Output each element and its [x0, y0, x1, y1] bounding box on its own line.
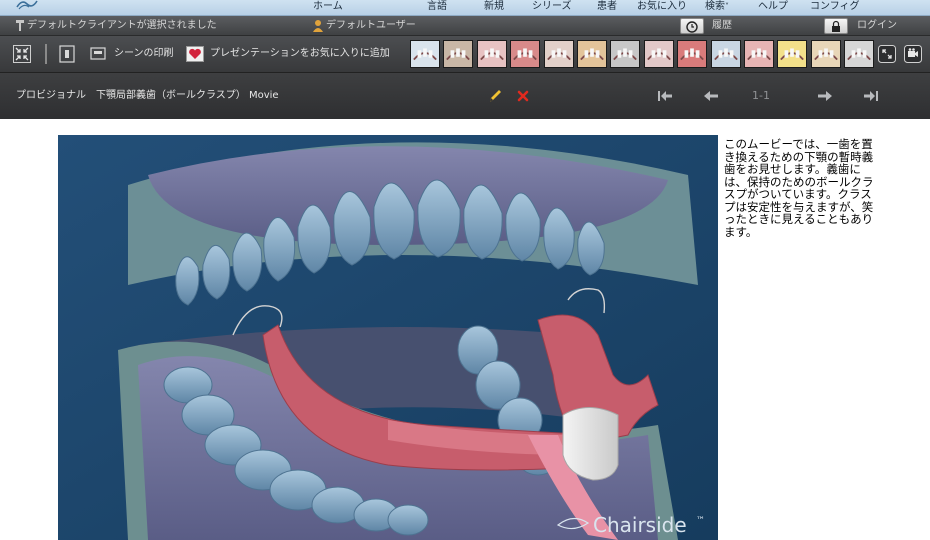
status-bar: デフォルトクライアントが選択されました デフォルトユーザー 履歴 ログイン — [0, 16, 930, 36]
video-camera-icon[interactable] — [904, 45, 922, 63]
delete-icon[interactable] — [514, 87, 532, 105]
thumbnail-bridge[interactable] — [410, 40, 440, 68]
brush-icon — [780, 48, 805, 61]
client-status-text: デフォルトクライアントが選択されました — [27, 20, 217, 31]
pencil-icon[interactable] — [486, 87, 504, 105]
user-status-text: デフォルトユーザー — [326, 20, 416, 31]
presentation-title-bar: プロビジョナル 下顎局部義歯（ボールクラスプ） Movie 1-1 — [0, 73, 930, 119]
app-logo-icon — [16, 0, 38, 10]
thumbnail-denture[interactable] — [810, 40, 841, 68]
history-label[interactable]: 履歴 — [712, 16, 732, 35]
document-icon[interactable] — [58, 45, 76, 63]
print-icon[interactable] — [89, 45, 107, 63]
top-navigation-bar: ホーム 言語 新規 シリーズ 患者 お気に入り 検索˅ ヘルプ コンフィグ — [0, 0, 930, 16]
previous-page-icon[interactable] — [702, 87, 720, 105]
crown-icon — [513, 48, 538, 61]
fit-screen-icon[interactable] — [13, 45, 31, 63]
last-page-icon[interactable] — [862, 87, 880, 105]
thumbnail-lower-arch[interactable] — [643, 40, 674, 68]
nav-search[interactable]: 検索˅ — [705, 0, 729, 15]
roots-icon — [580, 48, 604, 61]
nav-help[interactable]: ヘルプ — [758, 0, 788, 15]
thumbnail-gums[interactable] — [476, 40, 507, 68]
thumbnail-brush[interactable] — [777, 40, 808, 68]
movie-player[interactable]: Chairside ™ — [58, 135, 718, 540]
user-icon — [313, 20, 323, 32]
implant-icon — [446, 48, 471, 61]
next-page-icon[interactable] — [816, 87, 834, 105]
thumbnail-roots[interactable] — [577, 40, 607, 68]
nav-home[interactable]: ホーム — [313, 0, 343, 15]
print-scene-button[interactable]: シーンの印刷 — [114, 46, 174, 62]
extraction-icon — [613, 48, 638, 61]
thumbnail-tools[interactable] — [844, 40, 875, 68]
login-label[interactable]: ログイン — [857, 16, 897, 35]
lock-icon — [832, 20, 840, 32]
thumbnail-upper-arch[interactable] — [677, 40, 708, 68]
clock-icon — [686, 21, 698, 33]
thumbnail-extraction[interactable] — [610, 40, 641, 68]
section-icon — [747, 48, 771, 61]
thumbnail-molars[interactable] — [710, 40, 741, 68]
lower-arch-icon — [646, 48, 671, 61]
denture-icon — [813, 48, 838, 61]
thumbnail-implant[interactable] — [443, 40, 474, 68]
nav-favorites[interactable]: お気に入り — [637, 0, 687, 15]
nav-config[interactable]: コンフィグ — [810, 0, 860, 15]
page-indicator: 1-1 — [752, 89, 770, 102]
fullscreen-icon[interactable] — [878, 45, 896, 63]
thumbnail-smile[interactable] — [543, 40, 574, 68]
tools-icon — [847, 48, 872, 61]
denture-illustration: Chairside ™ — [58, 135, 718, 540]
client-icon — [16, 20, 24, 31]
nav-new[interactable]: 新規 — [484, 0, 504, 15]
chevron-down-icon: ˅ — [725, 2, 729, 11]
add-to-favorites-button[interactable]: プレゼンテーションをお気に入りに追加 — [210, 46, 390, 62]
heart-icon[interactable] — [186, 45, 204, 63]
presentation-title: プロビジョナル 下顎局部義歯（ボールクラスプ） Movie — [16, 90, 279, 101]
first-page-icon[interactable] — [656, 87, 674, 105]
gums-icon — [479, 48, 504, 61]
toolbar-divider — [45, 44, 47, 64]
upper-arch-icon — [680, 48, 705, 61]
toolbar: シーンの印刷 プレゼンテーションをお気に入りに追加 — [0, 36, 930, 73]
movie-description: このムービーでは、一歯を置き換えるための下顎の暫時義歯をお見せします。義歯には、… — [724, 137, 874, 239]
nav-search-label: 検索 — [705, 1, 725, 12]
thumbnail-section[interactable] — [744, 40, 774, 68]
watermark-text: Chairside — [593, 513, 687, 537]
nav-patient[interactable]: 患者 — [597, 0, 617, 15]
trademark-text: ™ — [696, 516, 705, 526]
nav-series[interactable]: シリーズ — [532, 0, 572, 15]
nav-language[interactable]: 言語 — [427, 0, 447, 15]
thumbnail-crown[interactable] — [510, 40, 541, 68]
bridge-icon — [413, 48, 437, 61]
smile-icon — [546, 48, 571, 61]
login-button[interactable] — [824, 18, 848, 34]
molars-icon — [713, 48, 738, 61]
history-button[interactable] — [680, 18, 704, 34]
